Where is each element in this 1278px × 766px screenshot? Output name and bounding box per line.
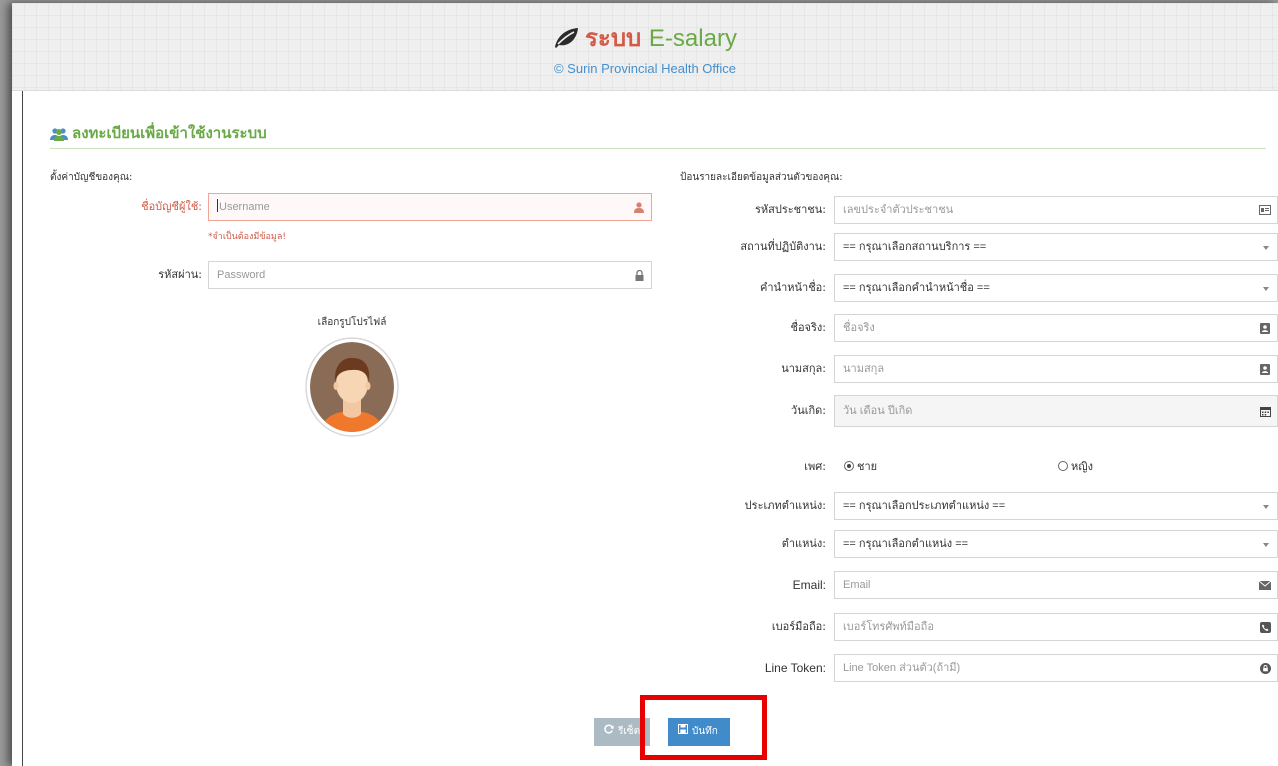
workplace-value: == กรุณาเลือกสถานบริการ == [843,241,987,253]
chevron-down-icon [1263,287,1269,291]
field-row-email: Email: Email [680,571,1278,599]
birthdate-input[interactable]: วัน เดือน ปีเกิด [834,395,1278,427]
field-row-position: ตำแหน่ง: == กรุณาเลือกตำแหน่ง == [680,530,1278,558]
line-token-input[interactable]: Line Token ส่วนตัว(ถ้ามี) [834,654,1278,682]
brand-thai: ระบบ [585,24,642,52]
lastname-label: นามสกุล: [781,362,826,375]
mobile-label: เบอร์มือถือ: [771,620,826,633]
users-icon [50,127,68,145]
lastname-input[interactable]: นามสกุล [834,355,1278,383]
mobile-placeholder: เบอร์โทรศัพท์มือถือ [843,621,934,633]
username-error: *จำเป็นต้องมีข้อมูล! [208,232,286,242]
email-placeholder: Email [843,579,871,591]
lastname-placeholder: นามสกุล [843,363,885,375]
brand-eng: E-salary [648,25,737,52]
envelope-icon [1259,579,1271,591]
lock-circle-icon [1259,662,1271,674]
national-id-placeholder: เลขประจำตัวประชาชน [843,204,954,216]
leaf-icon [553,26,579,56]
username-input[interactable]: Username [208,193,652,221]
password-label: รหัสผ่าน: [158,268,202,281]
page-header: ระบบ E-salary © Surin Provincial Health … [12,3,1278,91]
field-row-prefix: คำนำหน้าชื่อ: == กรุณาเลือกคำนำหน้าชื่อ … [680,274,1278,302]
field-row-position-type: ประเภทตำแหน่ง: == กรุณาเลือกประเภทตำแหน่… [680,492,1278,520]
field-row-line-token: Line Token: Line Token ส่วนตัว(ถ้ามี) [680,654,1278,682]
user-icon [633,201,645,213]
workplace-label: สถานที่ปฏิบัติงาน: [740,240,826,253]
username-label: ชื่อบัญชีผู้ใช้: [141,200,202,213]
refresh-icon [604,718,614,746]
avatar-label: เลือกรูปโปรไฟล์ [317,317,387,328]
line-token-placeholder: Line Token ส่วนตัว(ถ้ามี) [843,662,961,674]
prefix-select[interactable]: == กรุณาเลือกคำนำหน้าชื่อ == [834,274,1278,302]
gender-male-radio[interactable]: ชาย [844,457,877,475]
mobile-input[interactable]: เบอร์โทรศัพท์มือถือ [834,613,1278,641]
position-select[interactable]: == กรุณาเลือกตำแหน่ง == [834,530,1278,558]
contact-book-icon [1259,322,1271,334]
position-type-select[interactable]: == กรุณาเลือกประเภทตำแหน่ง == [834,492,1278,520]
firstname-placeholder: ชื่อจริง [843,322,875,334]
email-input[interactable]: Email [834,571,1278,599]
field-row-birthdate: วันเกิด: วัน เดือน ปีเกิด [680,395,1278,427]
radio-checked-icon [844,461,854,471]
contact-book-icon [1259,363,1271,375]
lock-icon [633,269,645,281]
position-type-value: == กรุณาเลือกประเภทตำแหน่ง == [843,500,1006,512]
app-window: ระบบ E-salary © Surin Provincial Health … [12,3,1278,766]
gender-male-label: ชาย [857,460,878,473]
chevron-down-icon [1263,505,1269,509]
section-title-text: ลงทะเบียนเพื่อเข้าใช้งานระบบ [72,124,267,142]
gender-female-radio[interactable]: หญิง [1058,457,1093,475]
birthdate-placeholder: วัน เดือน ปีเกิด [843,405,913,417]
field-row-lastname: นามสกุล: นามสกุล [680,355,1278,383]
calendar-icon [1259,405,1271,417]
text-caret [217,199,218,212]
phone-icon [1259,621,1271,633]
chevron-down-icon [1263,543,1269,547]
personal-heading: ป้อนรายละเอียดข้อมูลส่วนตัวของคุณ: [680,172,843,183]
chevron-down-icon [1263,246,1269,250]
gender-row: เพศ: ชาย หญิง [680,455,1270,473]
field-row-firstname: ชื่อจริง: ชื่อจริง [680,314,1278,342]
avatar-picker[interactable] [305,337,399,437]
workplace-select[interactable]: == กรุณาเลือกสถานบริการ == [834,233,1278,261]
id-card-icon [1259,204,1271,216]
gender-female-label: หญิง [1071,460,1093,473]
field-row-mobile: เบอร์มือถือ: เบอร์โทรศัพท์มือถือ [680,613,1278,641]
firstname-input[interactable]: ชื่อจริง [834,314,1278,342]
account-heading: ตั้งค่าบัญชีของคุณ: [50,172,133,183]
prefix-label: คำนำหน้าชื่อ: [760,281,826,294]
birthdate-label: วันเกิด: [791,404,826,417]
password-placeholder: Password [217,269,266,281]
section-title: ลงทะเบียนเพื่อเข้าใช้งานระบบ [50,121,1266,149]
radio-unchecked-icon [1058,461,1068,471]
prefix-value: == กรุณาเลือกคำนำหน้าชื่อ == [843,282,990,294]
gender-label: เพศ: [804,460,826,473]
username-placeholder: Username [219,201,270,213]
national-id-input[interactable]: เลขประจำตัวประชาชน [834,196,1278,224]
field-row-national-id: รหัสประชาชน: เลขประจำตัวประชาชน [680,196,1278,224]
line-token-label: Line Token: [764,661,826,675]
position-value: == กรุณาเลือกตำแหน่ง == [843,538,969,550]
firstname-label: ชื่อจริง: [790,321,826,334]
password-input[interactable]: Password [208,261,652,289]
divider [22,91,23,766]
highlight-box [640,695,767,760]
subtitle: © Surin Provincial Health Office [553,61,737,76]
password-row: รหัสผ่าน: Password [50,261,664,289]
reset-label: รีเซ็ต [618,726,641,737]
email-label: Email: [792,578,826,592]
avatar-icon [305,337,399,437]
field-row-workplace: สถานที่ปฏิบัติงาน: == กรุณาเลือกสถานบริก… [680,233,1278,261]
username-row: ชื่อบัญชีผู้ใช้: Username [50,193,664,221]
national-id-label: รหัสประชาชน: [754,203,826,216]
position-label: ตำแหน่ง: [781,537,826,550]
position-type-label: ประเภทตำแหน่ง: [744,499,826,512]
brand-title: ระบบ E-salary [12,23,1278,56]
